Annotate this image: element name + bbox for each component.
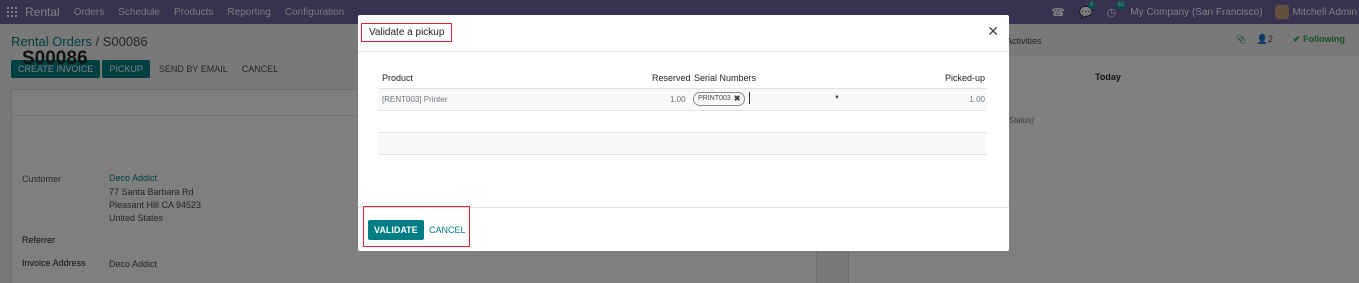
dialog-footer: VALIDATE CANCEL xyxy=(358,206,1009,251)
validate-button[interactable]: VALIDATE xyxy=(368,220,424,240)
row-reserved: 1.00 xyxy=(670,95,686,104)
empty-row xyxy=(378,155,987,156)
dialog-title: Validate a pickup xyxy=(361,23,453,42)
chevron-down-icon[interactable]: ▼ xyxy=(834,95,840,101)
table-row[interactable]: [RENT003] Printer 1.00 PRINT003 ✖ ▼ 1.00 xyxy=(378,89,987,111)
close-icon[interactable]: ✕ xyxy=(987,24,999,38)
column-product[interactable]: Product xyxy=(382,73,413,83)
serial-number-tag: PRINT003 ✖ xyxy=(693,92,746,106)
cancel-button[interactable]: CANCEL xyxy=(429,225,466,235)
row-product: [RENT003] Printer xyxy=(382,95,448,104)
validate-pickup-dialog: Validate a pickup ✕ Product Reserved Ser… xyxy=(358,15,1009,251)
table-header: Product Reserved Serial Numbers Picked-u… xyxy=(378,67,987,89)
column-picked-up[interactable]: Picked-up xyxy=(945,73,985,83)
dialog-header: Validate a pickup ✕ xyxy=(358,15,1009,52)
empty-row xyxy=(378,111,987,133)
column-reserved[interactable]: Reserved xyxy=(652,73,691,83)
serial-tag-label: PRINT003 xyxy=(698,95,731,102)
column-serial-numbers[interactable]: Serial Numbers xyxy=(694,73,756,83)
empty-row xyxy=(378,133,987,155)
remove-tag-icon[interactable]: ✖ xyxy=(734,93,741,105)
row-picked-up[interactable]: 1.00 xyxy=(969,95,985,104)
serial-number-input[interactable] xyxy=(749,92,750,104)
